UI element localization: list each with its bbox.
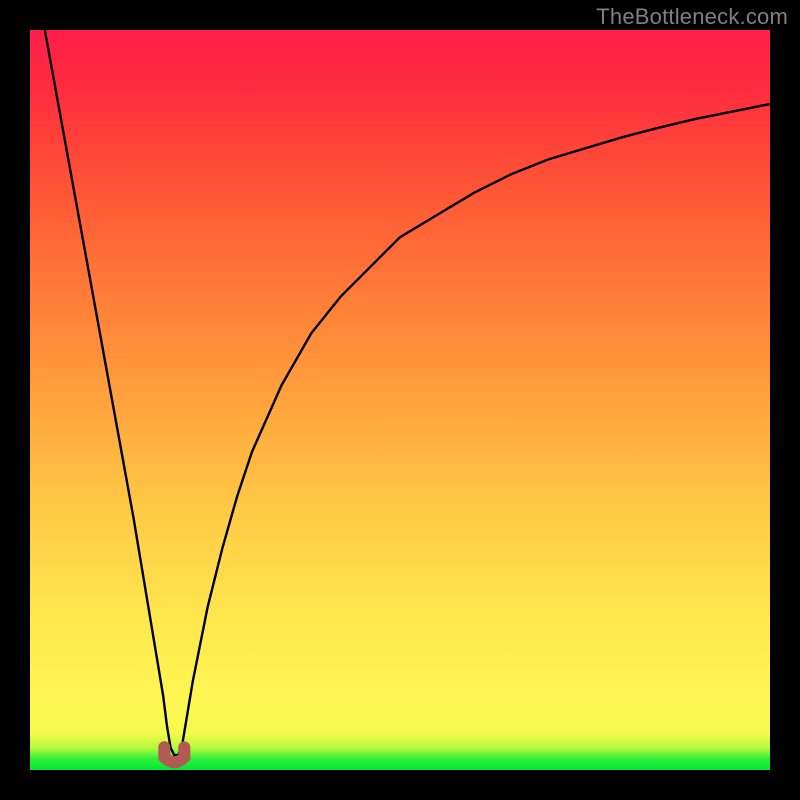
- curve-layer: [30, 30, 770, 770]
- chart-frame: TheBottleneck.com: [0, 0, 800, 800]
- bottleneck-curve: [45, 30, 770, 755]
- plot-area: [30, 30, 770, 770]
- watermark-text: TheBottleneck.com: [596, 4, 788, 30]
